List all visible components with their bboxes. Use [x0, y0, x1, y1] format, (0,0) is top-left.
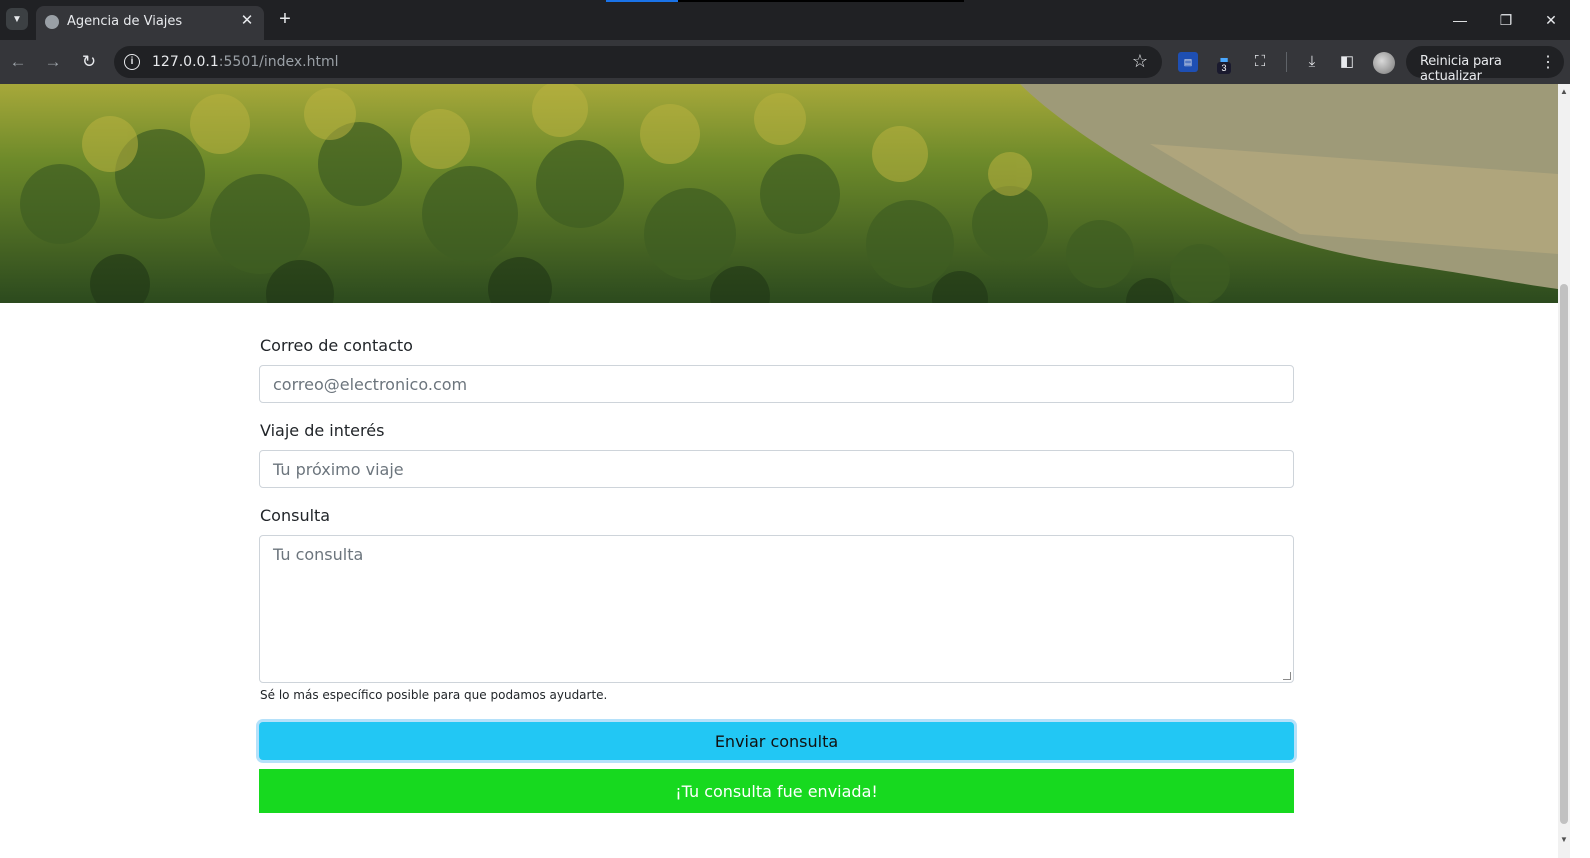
browser-tab[interactable]: Agencia de Viajes ✕	[36, 6, 264, 40]
scroll-up-arrow-icon[interactable]: ▲	[1560, 88, 1568, 96]
new-tab-button[interactable]: +	[275, 9, 295, 29]
extension-icon[interactable]: ▤	[1178, 52, 1198, 72]
loading-bar-track	[678, 0, 964, 2]
url-text[interactable]: 127.0.0.1:5501/index.html	[152, 54, 339, 70]
tab-title: Agencia de Viajes	[67, 14, 183, 29]
trip-field[interactable]: Tu próximo viaje	[259, 450, 1294, 488]
trip-label: Viaje de interés	[260, 421, 385, 440]
side-panel-icon[interactable]: ◧	[1337, 52, 1357, 72]
update-button[interactable]: Reinicia para actualizar ⋮	[1406, 46, 1564, 84]
query-label: Consulta	[260, 506, 331, 525]
restore-icon[interactable]: ❐	[1496, 10, 1516, 30]
more-menu-icon[interactable]: ⋮	[1540, 52, 1556, 72]
address-bar[interactable]: i 127.0.0.1:5501/index.html ☆	[114, 46, 1162, 78]
tab-search-button[interactable]: ▼	[6, 8, 28, 30]
close-window-icon[interactable]: ✕	[1541, 10, 1561, 30]
close-icon[interactable]: ✕	[238, 12, 256, 30]
hero-forest-image	[0, 84, 1558, 303]
resize-handle-icon[interactable]	[1283, 672, 1291, 680]
query-textarea[interactable]: Tu consulta	[259, 535, 1294, 683]
bookmark-star-icon[interactable]: ☆	[1132, 51, 1148, 72]
scroll-thumb[interactable]	[1560, 284, 1568, 824]
help-text: Sé lo más específico posible para que po…	[260, 688, 608, 702]
minimize-icon[interactable]: —	[1450, 10, 1470, 30]
page-scrollbar[interactable]: ▲ ▼	[1558, 84, 1570, 858]
toolbar-divider	[1286, 52, 1287, 72]
email-label: Correo de contacto	[260, 336, 413, 355]
extension-badge: 3	[1217, 62, 1231, 74]
chevron-down-icon: ▼	[12, 13, 22, 25]
reload-icon[interactable]: ↻	[79, 52, 99, 72]
success-alert: ¡Tu consulta fue enviada!	[259, 769, 1294, 813]
submit-button[interactable]: Enviar consulta	[259, 722, 1294, 760]
trip-placeholder: Tu próximo viaje	[273, 460, 404, 479]
email-field[interactable]: correo@electronico.com	[259, 365, 1294, 403]
globe-icon	[45, 15, 59, 29]
back-icon[interactable]: ←	[8, 52, 28, 72]
query-placeholder: Tu consulta	[273, 545, 364, 564]
email-placeholder: correo@electronico.com	[273, 375, 468, 394]
scroll-down-arrow-icon[interactable]: ▼	[1560, 836, 1568, 844]
download-icon[interactable]: ⤓	[1302, 52, 1322, 72]
profile-avatar[interactable]	[1373, 52, 1395, 74]
info-icon[interactable]: i	[124, 54, 140, 70]
loading-bar	[606, 0, 678, 2]
extensions-puzzle-icon[interactable]: ⛶	[1250, 52, 1270, 72]
window-edge	[1570, 0, 1590, 858]
tab-strip: ▼ Agencia de Viajes ✕ + — ❐ ✕	[0, 0, 1590, 40]
forward-icon[interactable]: →	[43, 52, 63, 72]
